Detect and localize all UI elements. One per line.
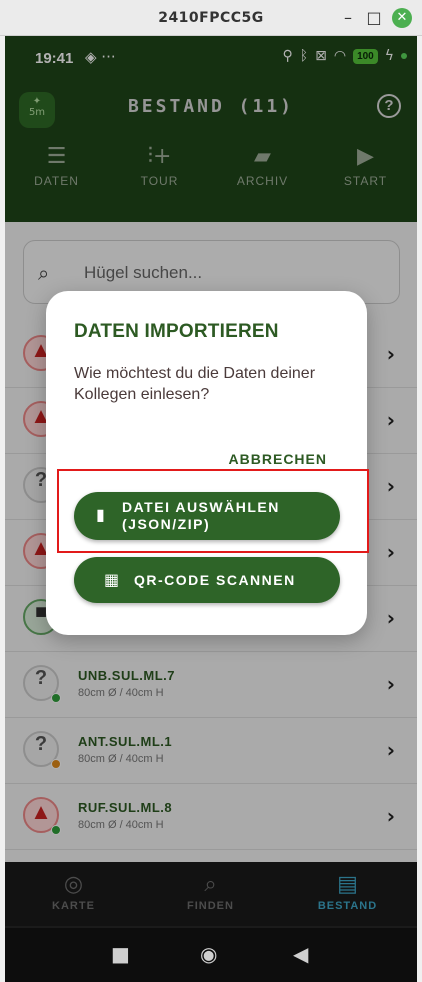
cancel-button[interactable]: ABBRECHEN	[229, 451, 327, 467]
dialog-title: DATEN IMPORTIEREN	[74, 321, 279, 342]
app-window: 2410FPCC5G – □ ✕ 19:41 ◈ ··· ⚲ ᛒ ⊠ ◠ 100…	[0, 0, 422, 982]
back-icon[interactable]: ◀	[293, 942, 308, 966]
recents-icon[interactable]: ■	[111, 942, 130, 966]
window-title: 2410FPCC5G	[158, 10, 264, 26]
scan-qr-button[interactable]: ▦ QR-CODE SCANNEN	[74, 557, 340, 603]
home-icon[interactable]: ◉	[200, 942, 217, 966]
qr-code-icon: ▦	[104, 570, 120, 589]
scan-qr-label: QR-CODE SCANNEN	[134, 572, 296, 588]
highlight-box	[57, 469, 369, 553]
maximize-button[interactable]: □	[364, 8, 384, 28]
window-titlebar: 2410FPCC5G – □ ✕	[0, 0, 422, 36]
system-navigation: ■ ◉ ◀	[5, 928, 417, 982]
minimize-button[interactable]: –	[338, 8, 358, 28]
close-button[interactable]: ✕	[392, 8, 412, 28]
dialog-message: Wie möchtest du die Daten deiner Kollege…	[74, 365, 316, 403]
import-dialog: DATEN IMPORTIEREN Wie möchtest du die Da…	[46, 291, 367, 635]
